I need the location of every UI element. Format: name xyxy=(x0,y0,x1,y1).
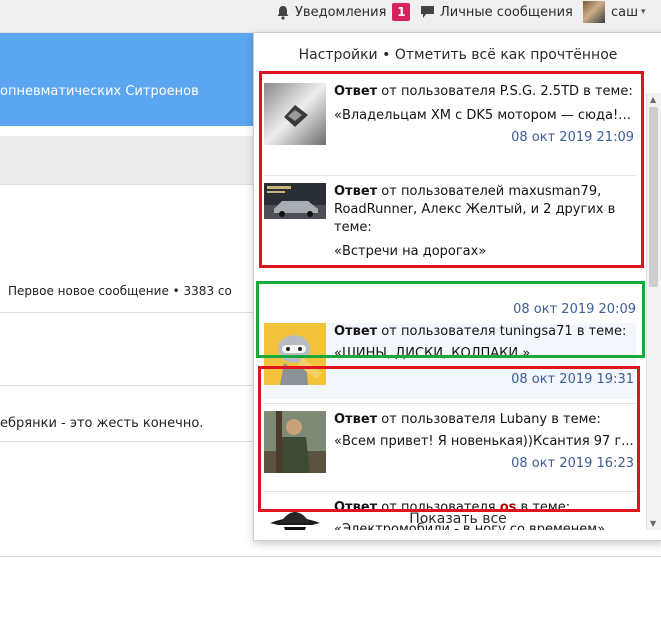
arrow-up-icon[interactable]: ▲ xyxy=(650,95,656,104)
private-messages-label: Личные сообщения xyxy=(440,4,573,20)
post-snippet: ебрянки - это жесть конечно. xyxy=(0,416,204,431)
separator: • xyxy=(382,47,391,63)
show-all-link[interactable]: Показать все xyxy=(254,511,661,527)
highlight-box-red xyxy=(258,366,640,512)
settings-link[interactable]: Настройки xyxy=(299,47,378,63)
chevron-down-icon: ▾ xyxy=(641,7,646,17)
notifications-label: Уведомления xyxy=(295,4,387,20)
forum-subheader-band xyxy=(0,136,254,184)
divider xyxy=(0,385,254,386)
popup-header: Настройки • Отметить всё как прочтённое xyxy=(254,47,661,63)
chat-bubble-icon xyxy=(421,6,434,18)
forum-section-title[interactable]: опневматических Ситроенов xyxy=(0,84,199,99)
user-menu[interactable]: саш ▾ xyxy=(583,0,646,24)
private-messages-menu[interactable]: Личные сообщения xyxy=(420,0,573,24)
highlight-box-red xyxy=(259,71,644,268)
divider xyxy=(0,312,254,313)
scrollbar-thumb[interactable] xyxy=(649,107,658,287)
mark-all-read-link[interactable]: Отметить всё как прочтённое xyxy=(395,47,618,63)
notifications-menu[interactable]: Уведомления 1 xyxy=(276,0,411,24)
divider xyxy=(0,556,661,557)
notifications-count-badge: 1 xyxy=(392,3,411,21)
divider xyxy=(0,441,254,442)
divider xyxy=(0,184,254,185)
avatar xyxy=(583,1,605,23)
username-label: саш xyxy=(611,4,639,20)
forum-header-band xyxy=(0,33,254,126)
highlight-box-green xyxy=(256,281,645,358)
scrollbar[interactable]: ▲ ▼ xyxy=(646,93,661,530)
thread-meta[interactable]: Первое новое сообщение • 3383 со xyxy=(8,284,232,298)
bell-icon xyxy=(277,5,289,20)
